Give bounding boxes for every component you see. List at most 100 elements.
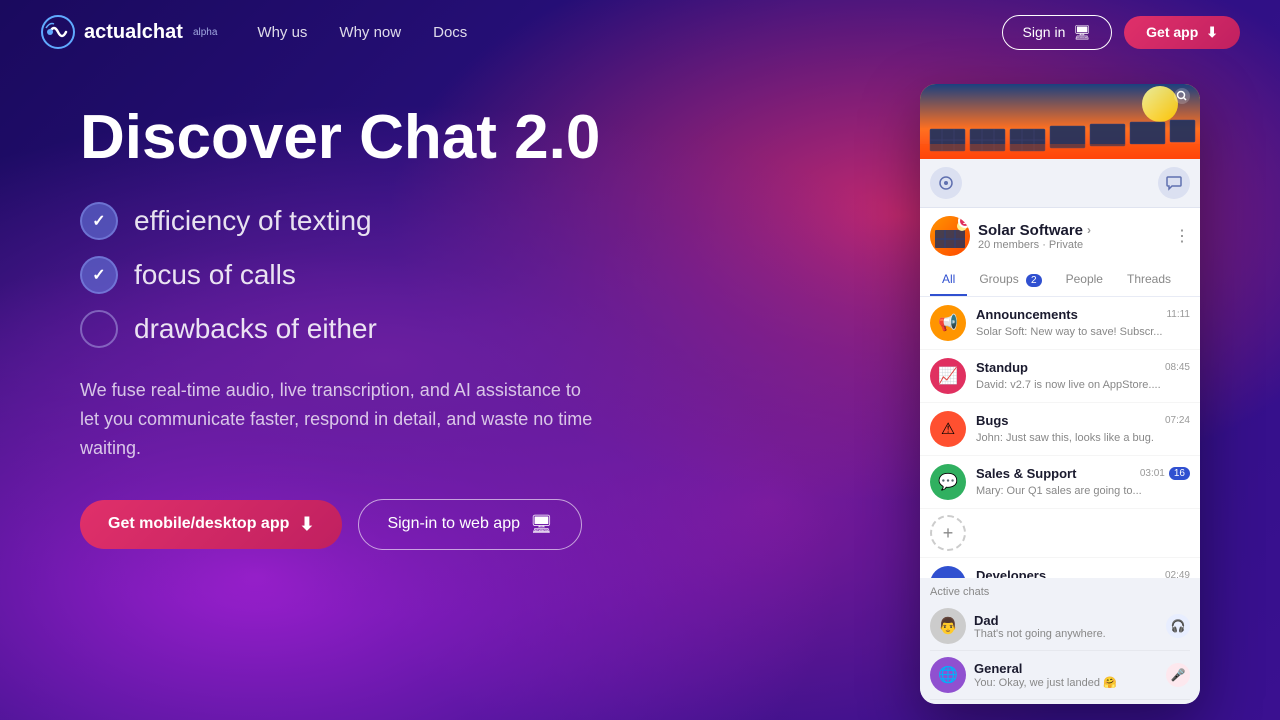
tab-all[interactable]: All <box>930 264 967 296</box>
active-chat-general[interactable]: 🌐 General You: Okay, we just landed 🤗 🎤 <box>930 651 1190 700</box>
channel-standup[interactable]: 📈 Standup 08:45 David: v2.7 is now live … <box>920 350 1200 403</box>
nav-why-now[interactable]: Why now <box>339 24 401 41</box>
groups-badge: 2 <box>1026 274 1042 287</box>
dad-content: Dad That's not going anywhere. <box>974 613 1158 640</box>
main-content: Discover Chat 2.0 ✓ efficiency of textin… <box>0 64 1280 704</box>
feature-text-2: focus of calls <box>134 259 296 291</box>
channel-content-announcements: Announcements 11:11 Solar Soft: New way … <box>976 307 1190 340</box>
channel-list: 📢 Announcements 11:11 Solar Soft: New wa… <box>920 297 1200 578</box>
channel-name-bugs: Bugs <box>976 413 1009 428</box>
hero-buttons: Get mobile/desktop app ⬇ Sign-in to web … <box>80 499 880 550</box>
solar-software-header: 1 Solar Software › 20 members · Private … <box>920 208 1200 264</box>
nav-why-us[interactable]: Why us <box>257 24 307 41</box>
channel-tabs: All Groups 2 People Threads <box>920 264 1200 297</box>
logo-icon <box>40 14 76 50</box>
hero-section: Discover Chat 2.0 ✓ efficiency of textin… <box>80 84 880 550</box>
feature-item-3: drawbacks of either <box>80 310 880 348</box>
channel-developers[interactable]: </> Developers 02:49 Rob: Please review … <box>920 558 1200 578</box>
get-app-button[interactable]: Get mobile/desktop app ⬇ <box>80 500 342 549</box>
feature-text-1: efficiency of texting <box>134 205 372 237</box>
feature-item-2: ✓ focus of calls <box>80 256 880 294</box>
channel-time-sales: 03:01 <box>1140 468 1165 479</box>
get-app-label: Get mobile/desktop app <box>108 515 289 533</box>
channel-time-announcements: 11:11 <box>1166 309 1190 320</box>
hero-description: We fuse real-time audio, live transcript… <box>80 376 600 462</box>
chevron-right-icon: › <box>1087 223 1091 237</box>
tab-threads[interactable]: Threads <box>1115 264 1183 296</box>
channel-avatar-bugs: ⚠ <box>930 411 966 447</box>
channel-avatar-sales: 💬 <box>930 464 966 500</box>
tab-people[interactable]: People <box>1054 264 1115 296</box>
add-channel-button[interactable]: + <box>930 515 966 551</box>
dad-preview: That's not going anywhere. <box>974 628 1158 640</box>
channel-name-sales: Sales & Support <box>976 466 1076 481</box>
nav-docs[interactable]: Docs <box>433 24 467 41</box>
channel-content-standup: Standup 08:45 David: v2.7 is now live on… <box>976 360 1190 393</box>
headphone-icon: 🎧 <box>1166 614 1190 638</box>
monitor-icon-hero: 🖥 <box>530 514 553 535</box>
solar-software-meta: 20 members · Private <box>978 239 1166 251</box>
channel-bugs[interactable]: ⚠ Bugs 07:24 John: Just saw this, looks … <box>920 403 1200 456</box>
monitor-icon: 🖥 <box>1073 24 1091 41</box>
dad-avatar: 👨 <box>930 608 966 644</box>
navbar-left: actualchat alpha Why us Why now Docs <box>40 14 467 50</box>
chat-bubble-svg <box>1166 175 1182 191</box>
active-chat-dad[interactable]: 👨 Dad That's not going anywhere. 🎧 <box>930 602 1190 651</box>
logo[interactable]: actualchat alpha <box>40 14 217 50</box>
download-icon: ⬇ <box>1206 24 1218 41</box>
getapp-label: Get app <box>1146 24 1198 40</box>
solar-hero-image <box>920 84 1200 159</box>
channel-sales[interactable]: 💬 Sales & Support 03:01 16 Mary: Our Q1 … <box>920 456 1200 509</box>
channel-content-developers: Developers 02:49 Rob: Please review my P… <box>976 568 1190 579</box>
channel-name-announcements: Announcements <box>976 307 1078 322</box>
navbar: actualchat alpha Why us Why now Docs Sign… <box>0 0 1280 64</box>
feature-item-1: ✓ efficiency of texting <box>80 202 880 240</box>
channel-content-sales: Sales & Support 03:01 16 Mary: Our Q1 sa… <box>976 466 1190 499</box>
navbar-right: Sign in 🖥 Get app ⬇ <box>1002 15 1240 50</box>
app-panel: 1 Solar Software › 20 members · Private … <box>920 84 1200 704</box>
tab-groups[interactable]: Groups 2 <box>967 264 1053 296</box>
checkmark-icon-1: ✓ <box>92 211 105 231</box>
channel-announcements[interactable]: 📢 Announcements 11:11 Solar Soft: New wa… <box>920 297 1200 350</box>
general-content: General You: Okay, we just landed 🤗 <box>974 661 1158 689</box>
signin-web-label: Sign-in to web app <box>387 515 520 533</box>
feature-check-1: ✓ <box>80 202 118 240</box>
channel-content-bugs: Bugs 07:24 John: Just saw this, looks li… <box>976 413 1190 446</box>
active-chats-label: Active chats <box>930 586 1190 598</box>
channel-time-bugs: 07:24 <box>1165 415 1190 426</box>
solar-software-info: Solar Software › 20 members · Private <box>978 222 1166 251</box>
feature-text-3: drawbacks of either <box>134 313 377 345</box>
solar-panel-svg <box>920 84 1200 159</box>
getapp-button[interactable]: Get app ⬇ <box>1124 16 1240 49</box>
feature-check-2: ✓ <box>80 256 118 294</box>
channel-time-standup: 08:45 <box>1165 362 1190 373</box>
channel-preview-bugs: John: Just saw this, looks like a bug. <box>976 432 1154 444</box>
active-chats-section: Active chats 👨 Dad That's not going anyw… <box>920 578 1200 704</box>
channel-name-developers: Developers <box>976 568 1046 579</box>
nav-links: Why us Why now Docs <box>257 24 467 41</box>
general-name: General <box>974 661 1158 676</box>
sales-badge: 16 <box>1169 467 1190 480</box>
channel-name-standup: Standup <box>976 360 1028 375</box>
channel-preview-sales: Mary: Our Q1 sales are going to... <box>976 485 1142 497</box>
dad-name: Dad <box>974 613 1158 628</box>
alpha-badge: alpha <box>193 27 217 38</box>
hero-title: Discover Chat 2.0 <box>80 104 880 172</box>
signin-button[interactable]: Sign in 🖥 <box>1002 15 1113 50</box>
logo-text: actualchat <box>84 21 183 44</box>
notification-dot: 1 <box>958 216 970 228</box>
more-options-icon[interactable]: ⋮ <box>1174 226 1190 246</box>
channel-preview-announcements: Solar Soft: New way to save! Subscr... <box>976 326 1162 338</box>
channel-avatar-developers: </> <box>930 566 966 578</box>
channel-preview-standup: David: v2.7 is now live on AppStore.... <box>976 379 1161 391</box>
signin-web-button[interactable]: Sign-in to web app 🖥 <box>358 499 581 550</box>
channel-avatar-announcements: 📢 <box>930 305 966 341</box>
panel-chat-icon[interactable] <box>1158 167 1190 199</box>
features-list: ✓ efficiency of texting ✓ focus of calls… <box>80 202 880 348</box>
general-preview: You: Okay, we just landed 🤗 <box>974 676 1158 689</box>
solar-software-avatar: 1 <box>930 216 970 256</box>
feature-check-3 <box>80 310 118 348</box>
download-icon-hero: ⬇ <box>299 514 314 535</box>
panel-topbar <box>920 159 1200 208</box>
panel-back-icon[interactable] <box>930 167 962 199</box>
